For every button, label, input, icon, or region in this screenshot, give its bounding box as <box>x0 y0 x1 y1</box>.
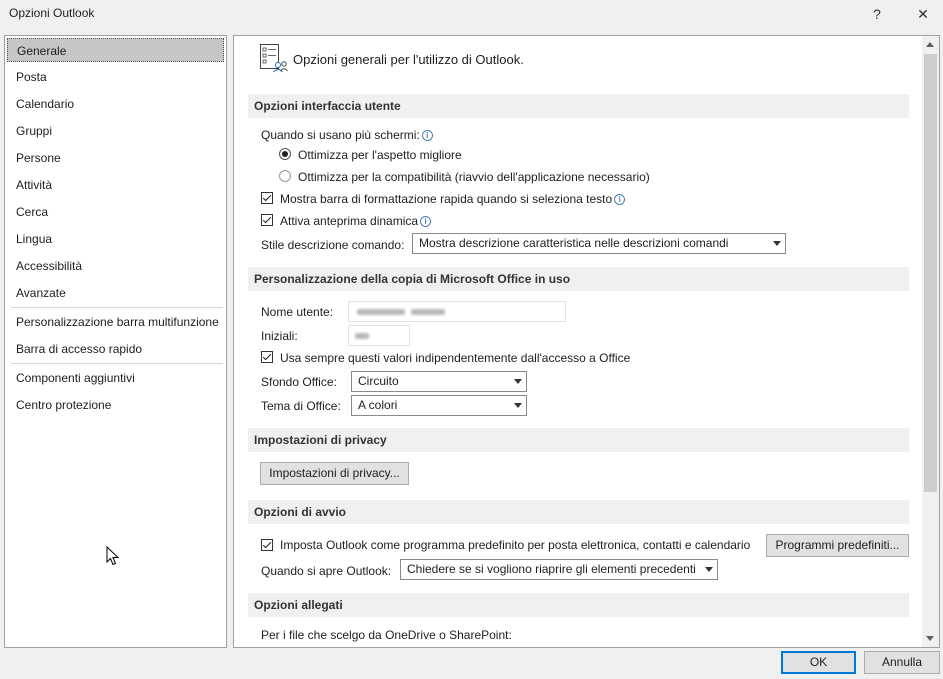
window-title: Opzioni Outlook <box>9 6 95 20</box>
checkbox-always-use[interactable] <box>261 351 273 363</box>
sidebar-item-attivita[interactable]: Attività <box>7 173 224 197</box>
sidebar-item-ribbon[interactable]: Personalizzazione barra multifunzione <box>7 310 224 334</box>
tooltip-style-select[interactable]: Mostra descrizione caratteristica nelle … <box>412 233 786 254</box>
sidebar-item-avanzate[interactable]: Avanzate <box>7 281 224 305</box>
scroll-up-icon[interactable] <box>926 42 934 47</box>
info-icon[interactable]: i <box>421 130 433 141</box>
default-program-label[interactable]: Imposta Outlook come programma predefini… <box>280 538 750 552</box>
always-use-label[interactable]: Usa sempre questi valori indipendentemen… <box>280 351 630 365</box>
sidebar-item-persone[interactable]: Persone <box>7 146 224 170</box>
sidebar-item-lingua[interactable]: Lingua <box>7 227 224 251</box>
theme-value: A colori <box>358 398 398 412</box>
scroll-down-icon[interactable] <box>926 636 934 641</box>
content-panel: Opzioni generali per l'utilizzo di Outlo… <box>233 35 940 648</box>
chevron-down-icon <box>514 403 522 408</box>
checkbox-minitoolbar[interactable] <box>261 192 273 204</box>
default-programs-button[interactable]: Programmi predefiniti... <box>766 534 909 557</box>
checkbox-default-program[interactable] <box>261 539 273 551</box>
info-icon[interactable]: i <box>614 194 626 205</box>
sidebar-item-gruppi[interactable]: Gruppi <box>7 119 224 143</box>
tooltip-style-label: Stile descrizione comando: <box>261 238 405 252</box>
sidebar-item-cerca[interactable]: Cerca <box>7 200 224 224</box>
theme-select[interactable]: A colori <box>351 395 527 416</box>
close-button[interactable]: ✕ <box>908 2 938 26</box>
page-title: Opzioni generali per l'utilizzo di Outlo… <box>293 52 524 67</box>
initials-label: Iniziali: <box>261 329 298 343</box>
when-opens-select[interactable]: Chiedere se si vogliono riaprire gli ele… <box>400 559 718 580</box>
radio-compatibility[interactable] <box>279 170 291 182</box>
sidebar-item-addins[interactable]: Componenti aggiuntivi <box>7 366 224 390</box>
radio-best-appearance-label[interactable]: Ottimizza per l'aspetto migliore <box>298 148 462 162</box>
section-personalize: Personalizzazione della copia di Microso… <box>248 267 909 291</box>
section-privacy: Impostazioni di privacy <box>248 428 909 452</box>
background-select[interactable]: Circuito <box>351 371 527 392</box>
privacy-settings-button[interactable]: Impostazioni di privacy... <box>260 462 409 485</box>
sidebar-item-calendario[interactable]: Calendario <box>7 92 224 116</box>
sidebar-divider <box>11 307 223 308</box>
live-preview-label[interactable]: Attiva anteprima dinamica i <box>280 214 432 228</box>
when-opens-label: Quando si apre Outlook: <box>261 564 392 578</box>
mouse-cursor-icon <box>106 546 120 566</box>
initials-input[interactable] <box>348 325 410 346</box>
cancel-button[interactable]: Annulla <box>864 651 940 674</box>
section-ui-options: Opzioni interfaccia utente <box>248 94 909 118</box>
background-value: Circuito <box>358 374 399 388</box>
when-opens-value: Chiedere se si vogliono riaprire gli ele… <box>407 562 696 576</box>
username-label: Nome utente: <box>261 305 334 319</box>
minitoolbar-label[interactable]: Mostra barra di formattazione rapida qua… <box>280 192 626 206</box>
theme-label: Tema di Office: <box>261 399 341 413</box>
radio-compatibility-label[interactable]: Ottimizza per la compatibilità (riavvio … <box>298 170 650 184</box>
sidebar-item-accessibilita[interactable]: Accessibilità <box>7 254 224 278</box>
section-attachments: Opzioni allegati <box>248 593 909 617</box>
scroll-thumb[interactable] <box>924 54 937 492</box>
chevron-down-icon <box>773 241 781 246</box>
multi-screen-label: Quando si usano più schermi: i <box>261 128 433 142</box>
info-icon[interactable]: i <box>420 216 432 227</box>
checkbox-live-preview[interactable] <box>261 214 273 226</box>
background-label: Sfondo Office: <box>261 375 337 389</box>
username-input[interactable] <box>348 301 566 322</box>
radio-best-appearance[interactable] <box>279 148 291 160</box>
sidebar-item-trust-center[interactable]: Centro protezione <box>7 393 224 417</box>
general-options-icon <box>260 44 288 73</box>
vertical-scrollbar[interactable] <box>922 36 939 647</box>
help-button[interactable]: ? <box>862 2 892 26</box>
sidebar-item-generale[interactable]: Generale <box>7 38 224 62</box>
section-startup: Opzioni di avvio <box>248 500 909 524</box>
ok-button[interactable]: OK <box>781 651 856 674</box>
sidebar-divider <box>11 363 223 364</box>
sidebar-item-quick-access[interactable]: Barra di accesso rapido <box>7 337 224 361</box>
chevron-down-icon <box>705 567 713 572</box>
chevron-down-icon <box>514 379 522 384</box>
onedrive-label: Per i file che scelgo da OneDrive o Shar… <box>261 628 512 642</box>
sidebar-item-posta[interactable]: Posta <box>7 65 224 89</box>
tooltip-style-value: Mostra descrizione caratteristica nelle … <box>419 236 729 250</box>
